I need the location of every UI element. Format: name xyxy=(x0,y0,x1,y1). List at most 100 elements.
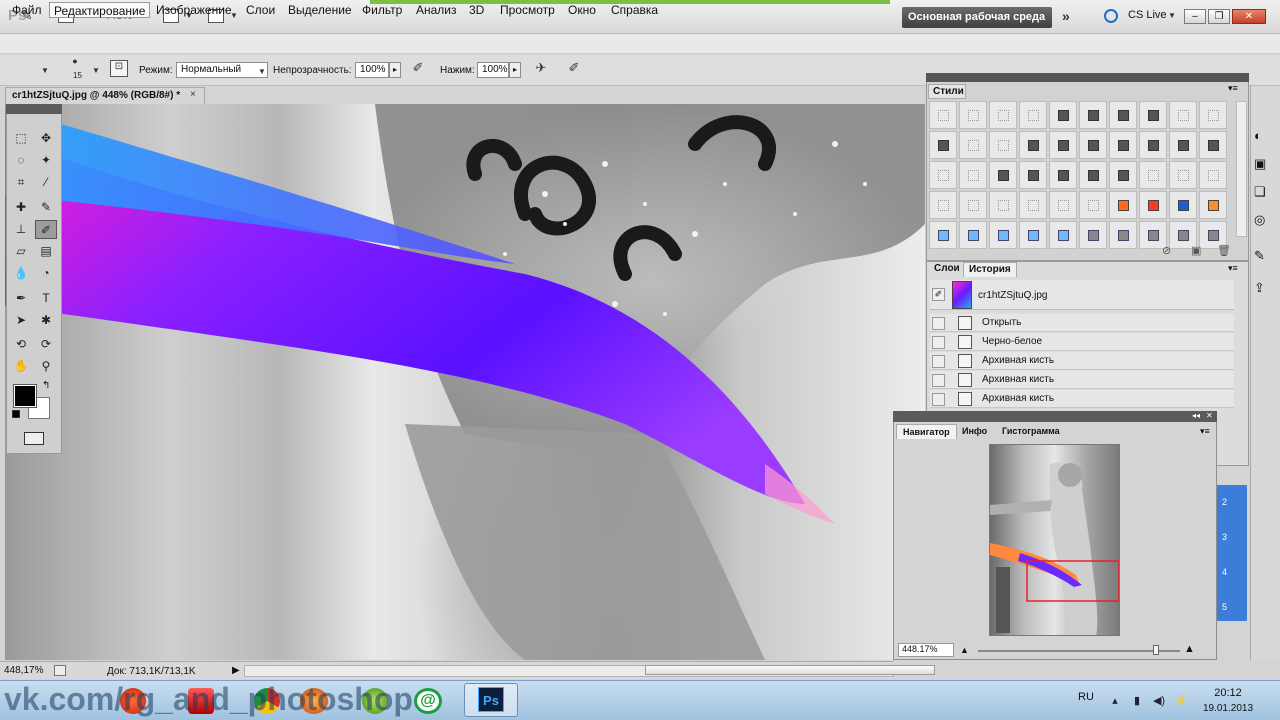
zoom-in-icon[interactable]: ▲ xyxy=(1184,643,1195,655)
style-swatch[interactable] xyxy=(1049,221,1077,249)
panel-menu-icon[interactable]: ▾≡ xyxy=(1228,263,1238,274)
move-tool-icon[interactable]: ✥ xyxy=(35,129,57,148)
chevron-down-icon[interactable]: ▼ xyxy=(41,66,49,75)
panel-menu-icon[interactable]: ▾≡ xyxy=(1228,83,1238,94)
tab-navigator[interactable]: Навигатор xyxy=(896,424,957,439)
tab-histogram[interactable]: Гистограмма xyxy=(996,424,1066,439)
style-swatch[interactable] xyxy=(1079,191,1107,219)
path-selection-tool-icon[interactable]: ➤ xyxy=(10,311,32,330)
status-zoom[interactable]: 448,17% xyxy=(4,665,50,678)
eyedropper-tool-icon[interactable]: ⁄ xyxy=(35,173,57,192)
trash-icon[interactable]: 🗑 xyxy=(1217,244,1231,257)
mode-select[interactable]: Нормальный xyxy=(176,62,268,78)
horizontal-scrollbar-thumb[interactable] xyxy=(645,665,935,675)
history-step[interactable]: Черно-белое xyxy=(930,333,1234,351)
tab-layers[interactable]: Слои xyxy=(929,262,965,277)
blur-tool-icon[interactable]: 💧 xyxy=(10,264,32,283)
menu-view[interactable]: Просмотр xyxy=(496,2,559,18)
history-brush-tool-icon[interactable]: ✐ xyxy=(35,220,57,239)
chevron-down-icon[interactable]: ▼ xyxy=(92,66,100,75)
maximize-button[interactable]: ❐ xyxy=(1208,9,1230,24)
pen-tool-icon[interactable]: ✒ xyxy=(10,289,32,308)
navigator-panel-header[interactable] xyxy=(893,411,1217,422)
close-icon[interactable]: ✕ xyxy=(1206,411,1213,420)
marquee-tool-icon[interactable]: ⬚ xyxy=(10,129,32,148)
history-step[interactable]: Открыть xyxy=(930,314,1234,332)
zoom-out-icon[interactable]: ▲ xyxy=(960,645,969,655)
document-canvas[interactable] xyxy=(5,104,925,660)
menu-analysis[interactable]: Анализ xyxy=(412,2,461,18)
style-swatch[interactable] xyxy=(929,221,957,249)
healing-brush-tool-icon[interactable]: ✚ xyxy=(10,198,32,217)
menu-select[interactable]: Выделение xyxy=(284,2,356,18)
history-source-checkbox[interactable] xyxy=(932,393,945,406)
style-swatch[interactable] xyxy=(1049,131,1077,159)
styles-scrollbar[interactable] xyxy=(1236,101,1247,237)
style-swatch[interactable] xyxy=(1109,191,1137,219)
tab-info[interactable]: Инфо xyxy=(956,424,993,439)
style-swatch[interactable] xyxy=(929,191,957,219)
magic-wand-tool-icon[interactable]: ✦ xyxy=(35,151,57,170)
cs-live-icon[interactable] xyxy=(1104,9,1118,23)
style-swatch[interactable] xyxy=(1199,191,1227,219)
clone-stamp-tool-icon[interactable]: ⊥ xyxy=(10,220,32,239)
close-button[interactable]: ✕ xyxy=(1232,9,1266,24)
style-swatch[interactable] xyxy=(1019,221,1047,249)
action-number[interactable]: 5 xyxy=(1222,602,1227,612)
opacity-stepper[interactable]: ▸ xyxy=(389,62,401,78)
lasso-tool-icon[interactable]: ◌ xyxy=(10,151,32,170)
airbrush-icon[interactable]: ✈ xyxy=(532,60,550,77)
style-swatch[interactable] xyxy=(1019,191,1047,219)
action-number[interactable]: 3 xyxy=(1222,532,1227,542)
style-swatch[interactable] xyxy=(1139,161,1167,189)
menu-image[interactable]: Изображение xyxy=(152,2,236,18)
crop-tool-icon[interactable]: ⌗ xyxy=(10,173,32,192)
layers-icon[interactable]: ❏ xyxy=(1254,184,1266,200)
tab-styles[interactable]: Стили xyxy=(928,84,966,99)
swap-colors-icon[interactable]: ↰ xyxy=(42,380,50,391)
pressure-stepper[interactable]: ▸ xyxy=(509,62,521,78)
styles-panel-header[interactable] xyxy=(926,73,1249,82)
history-source-icon[interactable]: ✐ xyxy=(932,288,945,301)
style-swatch[interactable] xyxy=(1079,101,1107,129)
action-number[interactable]: 4 xyxy=(1222,567,1227,577)
style-swatch[interactable] xyxy=(959,191,987,219)
style-swatch[interactable] xyxy=(959,131,987,159)
navigator-zoom-input[interactable]: 448.17% xyxy=(898,643,954,657)
adjustments-icon[interactable]: ◐ xyxy=(1254,128,1262,143)
style-swatch[interactable] xyxy=(1199,161,1227,189)
style-swatch[interactable] xyxy=(1049,101,1077,129)
style-swatch[interactable] xyxy=(989,101,1017,129)
default-colors-icon[interactable] xyxy=(12,410,20,418)
volume-icon[interactable]: ◀) xyxy=(1152,694,1166,707)
style-swatch[interactable] xyxy=(959,221,987,249)
tab-history[interactable]: История xyxy=(963,262,1017,277)
style-swatch[interactable] xyxy=(1049,191,1077,219)
style-swatch[interactable] xyxy=(1199,101,1227,129)
network-icon[interactable]: ▮ xyxy=(1130,694,1144,707)
style-swatch[interactable] xyxy=(929,161,957,189)
pressure-input[interactable]: 100% xyxy=(477,62,509,78)
3d-orbit-tool-icon[interactable]: ⟳ xyxy=(35,335,57,354)
style-swatch[interactable] xyxy=(989,161,1017,189)
clock-date[interactable]: 19.01.2013 xyxy=(1198,703,1258,714)
masks-icon[interactable]: ▣ xyxy=(1254,156,1266,172)
style-swatch[interactable] xyxy=(1139,131,1167,159)
style-swatch[interactable] xyxy=(1079,221,1107,249)
mail-agent-icon[interactable]: @ xyxy=(414,688,442,714)
history-source-checkbox[interactable] xyxy=(932,374,945,387)
tools-panel-header[interactable] xyxy=(6,104,62,114)
style-swatch[interactable] xyxy=(1019,131,1047,159)
paths-icon[interactable]: ✎ xyxy=(1254,248,1265,264)
tablet-opacity-icon[interactable]: ✐ xyxy=(409,60,427,77)
brush-panel-icon[interactable]: ⊡ xyxy=(110,60,128,77)
style-swatch[interactable] xyxy=(1019,161,1047,189)
zoom-tool-icon[interactable]: ⚲ xyxy=(35,357,57,376)
status-info-icon[interactable] xyxy=(54,665,66,676)
more-workspaces-icon[interactable]: » xyxy=(1062,8,1070,24)
style-swatch[interactable] xyxy=(959,161,987,189)
menu-layers[interactable]: Слои xyxy=(242,2,279,18)
history-snapshot-row[interactable]: ✐ xyxy=(930,280,1234,310)
close-icon[interactable]: × xyxy=(190,89,196,100)
clear-style-icon[interactable]: ⊘ xyxy=(1162,244,1171,257)
